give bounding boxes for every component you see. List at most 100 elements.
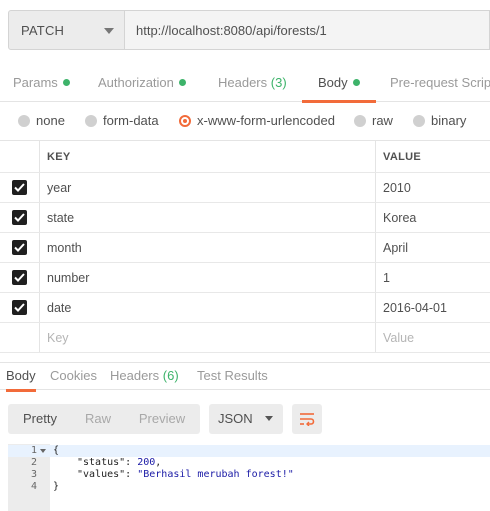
radio-raw-label: raw — [372, 113, 393, 128]
body-type-group: none form-data x-www-form-urlencoded raw… — [0, 110, 490, 132]
radio-none-label: none — [36, 113, 65, 128]
response-tab-cookies[interactable]: Cookies — [50, 363, 97, 391]
format-select[interactable]: JSON — [209, 404, 283, 434]
wrap-lines-icon — [300, 413, 315, 426]
code-line: 3 "values": "Berhasil merubah forest!" — [8, 469, 490, 481]
response-code-viewer[interactable]: 1 { 2 "status": 200, 3 "values": "Berhas… — [8, 444, 490, 511]
radio-form-data-label: form-data — [103, 113, 159, 128]
tab-body-label: Body — [318, 75, 348, 90]
status-dot-icon — [178, 79, 186, 86]
checkbox-cell — [0, 203, 40, 232]
row-checkbox[interactable] — [12, 270, 27, 285]
code-text: "status": 200, — [77, 457, 162, 468]
value-input[interactable]: April — [376, 233, 490, 262]
code-text: } — [53, 481, 60, 492]
view-preview-button[interactable]: Preview — [124, 404, 200, 434]
tab-authorization-label: Authorization — [98, 75, 174, 90]
checkmark-icon — [14, 243, 25, 252]
table-row: year 2010 — [0, 173, 490, 203]
new-key-input[interactable]: Key — [40, 323, 376, 352]
table-row: date 2016-04-01 — [0, 293, 490, 323]
line-number: 4 — [30, 481, 37, 492]
line-number: 2 — [30, 457, 37, 468]
key-input[interactable]: year — [40, 173, 376, 202]
checkbox-cell — [0, 173, 40, 202]
response-headers-count: (6) — [162, 368, 179, 383]
value-column-header: VALUE — [383, 150, 421, 163]
code-text: { — [53, 445, 60, 456]
radio-form-data[interactable]: form-data — [85, 113, 159, 128]
response-tab-body[interactable]: Body — [6, 363, 36, 392]
method-label: PATCH — [21, 22, 65, 38]
radio-binary-label: binary — [431, 113, 467, 128]
response-tab-test-results[interactable]: Test Results — [197, 363, 268, 391]
tab-headers-label: Headers — [218, 75, 268, 90]
method-select[interactable]: PATCH — [8, 10, 125, 50]
checkmark-icon — [14, 303, 25, 312]
code-line: 1 { — [8, 445, 490, 457]
checkmark-icon — [14, 273, 25, 282]
code-line: 4 } — [8, 481, 490, 493]
response-toolbar: Pretty Raw Preview JSON — [8, 404, 322, 434]
key-input[interactable]: number — [40, 263, 376, 292]
line-number: 1 — [30, 445, 37, 456]
response-tab-headers-label: Headers — [110, 368, 160, 383]
radio-circle-icon — [413, 114, 425, 127]
tab-pre-request-script[interactable]: Pre-request Script — [390, 66, 490, 102]
code-text: "values": "Berhasil merubah forest!" — [77, 469, 294, 480]
radio-binary[interactable]: binary — [413, 113, 466, 128]
value-input[interactable]: 1 — [376, 263, 490, 292]
tab-params[interactable]: Params — [13, 66, 70, 102]
checkbox-cell — [0, 293, 40, 322]
code-line: 2 "status": 200, — [8, 457, 490, 469]
tab-body[interactable]: Body — [302, 66, 376, 103]
radio-circle-icon — [85, 114, 97, 127]
table-row: month April — [0, 233, 490, 263]
key-input[interactable]: state — [40, 203, 376, 232]
radio-raw[interactable]: raw — [354, 113, 393, 128]
value-input[interactable]: 2016-04-01 — [376, 293, 490, 322]
view-raw-button[interactable]: Raw — [72, 404, 124, 434]
row-checkbox[interactable] — [12, 180, 27, 195]
line-number: 3 — [30, 469, 37, 480]
new-value-input[interactable]: Value — [376, 323, 490, 352]
table-row-new: Key Value — [0, 323, 490, 353]
wrap-lines-button[interactable] — [292, 404, 322, 434]
checkbox-cell — [0, 263, 40, 292]
radio-circle-icon — [354, 114, 366, 127]
checkbox-cell — [0, 323, 40, 352]
row-checkbox[interactable] — [12, 240, 27, 255]
request-bar: PATCH http://localhost:8080/api/forests/… — [8, 10, 490, 50]
view-pretty-button[interactable]: Pretty — [8, 404, 72, 434]
request-tabs: Params Authorization Headers (3) Body Pr… — [0, 66, 490, 103]
checkmark-icon — [14, 183, 25, 192]
tab-authorization[interactable]: Authorization — [98, 66, 186, 102]
tab-params-label: Params — [13, 75, 58, 90]
radio-x-www-form-urlencoded[interactable]: x-www-form-urlencoded — [179, 113, 335, 128]
key-column-header: KEY — [40, 141, 376, 172]
radio-urlencoded-label: x-www-form-urlencoded — [197, 113, 335, 128]
json-number: 200 — [137, 457, 156, 468]
tab-headers[interactable]: Headers (3) — [218, 66, 287, 102]
fold-arrow-icon[interactable] — [40, 449, 46, 453]
value-input[interactable]: Korea — [376, 203, 490, 232]
key-input[interactable]: date — [40, 293, 376, 322]
chevron-down-icon — [104, 28, 114, 34]
key-input[interactable]: month — [40, 233, 376, 262]
checkmark-icon — [14, 213, 25, 222]
format-select-label: JSON — [218, 411, 253, 426]
chevron-down-icon — [265, 416, 273, 421]
row-checkbox[interactable] — [12, 210, 27, 225]
params-table: KEY VALUE year 2010 state Korea month Ap… — [0, 140, 490, 353]
radio-none[interactable]: none — [18, 113, 65, 128]
tab-headers-count: (3) — [270, 75, 287, 90]
radio-circle-icon — [18, 114, 30, 127]
status-dot-icon — [352, 79, 360, 86]
row-checkbox[interactable] — [12, 300, 27, 315]
url-input[interactable]: http://localhost:8080/api/forests/1 — [125, 10, 490, 50]
tab-pre-request-label: Pre-request Script — [390, 75, 490, 90]
json-key: "values" — [77, 469, 126, 480]
value-input[interactable]: 2010 — [376, 173, 490, 202]
response-tab-headers[interactable]: Headers (6) — [110, 363, 179, 391]
view-mode-group: Pretty Raw Preview — [8, 404, 200, 434]
